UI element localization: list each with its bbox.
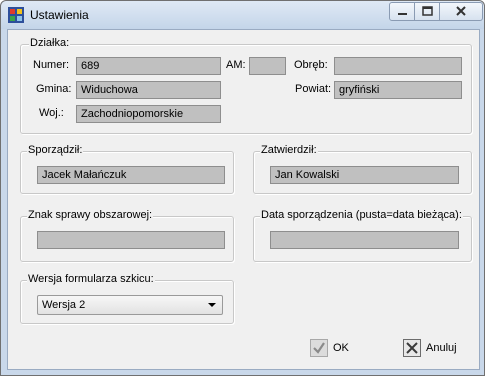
- powiat-field[interactable]: gryfiński: [334, 81, 462, 99]
- am-field[interactable]: [249, 57, 286, 75]
- settings-window: Ustawienia Działka: Numer: 689 AM: Obręb…: [0, 0, 485, 376]
- close-icon: [456, 6, 466, 16]
- close-button[interactable]: [439, 2, 483, 21]
- wersja-legend: Wersja formularza szkicu:: [27, 273, 155, 285]
- sporzadzil-field[interactable]: Jacek Małańczuk: [37, 166, 225, 184]
- app-icon: [8, 7, 24, 23]
- gmina-field[interactable]: Widuchowa: [76, 81, 221, 99]
- obreb-field[interactable]: [334, 57, 462, 75]
- maximize-icon: [422, 6, 433, 16]
- am-label: AM:: [226, 59, 246, 71]
- minimize-button[interactable]: [389, 2, 416, 21]
- sporzadzil-legend: Sporządził:: [27, 144, 84, 156]
- obreb-label: Obręb:: [294, 59, 328, 71]
- znak-group: Znak sprawy obszarowej:: [20, 209, 234, 262]
- znak-field[interactable]: [37, 231, 225, 249]
- window-title: Ustawienia: [30, 8, 89, 22]
- woj-label: Woj.:: [39, 107, 64, 119]
- ok-button[interactable]: OK: [310, 337, 349, 359]
- zatwierdzil-group: Zatwierdził: Jan Kowalski: [253, 144, 472, 194]
- woj-field[interactable]: Zachodniopomorskie: [76, 105, 221, 123]
- znak-legend: Znak sprawy obszarowej:: [27, 209, 154, 221]
- dzialka-legend: Działka:: [29, 37, 71, 49]
- wersja-group: Wersja formularza szkicu: Wersja 2: [20, 273, 234, 324]
- sporzadzil-group: Sporządził: Jacek Małańczuk: [20, 144, 234, 194]
- dialog-body: Działka: Numer: 689 AM: Obręb: Gmina: Wi…: [7, 29, 480, 370]
- minimize-icon: [398, 13, 407, 15]
- check-icon: [310, 339, 328, 357]
- data-group: Data sporządzenia (pusta=data bieżąca):: [253, 209, 472, 262]
- data-field[interactable]: [270, 231, 459, 249]
- close-x-icon: [403, 339, 421, 357]
- powiat-label: Powiat:: [295, 83, 332, 95]
- zatwierdzil-field[interactable]: Jan Kowalski: [270, 166, 459, 184]
- dzialka-group: Działka: Numer: 689 AM: Obręb: Gmina: Wi…: [20, 37, 472, 134]
- numer-field[interactable]: 689: [76, 57, 221, 75]
- numer-label: Numer:: [33, 59, 70, 71]
- ok-label: OK: [333, 342, 349, 354]
- maximize-button[interactable]: [414, 2, 441, 21]
- gmina-label: Gmina:: [36, 83, 72, 95]
- chevron-down-icon: [208, 303, 216, 307]
- cancel-label: Anuluj: [426, 342, 457, 354]
- cancel-button[interactable]: Anuluj: [403, 337, 457, 359]
- wersja-selected-value: Wersja 2: [42, 299, 86, 311]
- wersja-select[interactable]: Wersja 2: [37, 295, 223, 315]
- data-legend: Data sporządzenia (pusta=data bieżąca):: [260, 209, 463, 221]
- zatwierdzil-legend: Zatwierdził:: [260, 144, 318, 156]
- title-bar: Ustawienia: [1, 1, 484, 29]
